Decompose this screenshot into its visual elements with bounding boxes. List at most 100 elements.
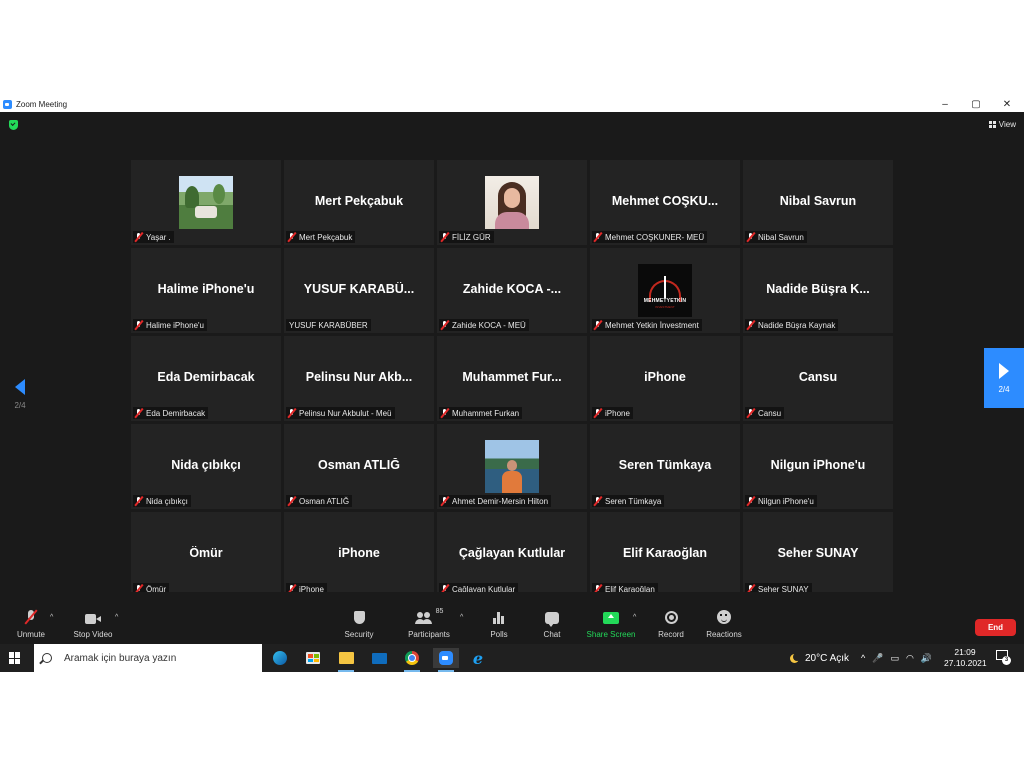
encryption-shield-icon[interactable]	[9, 120, 18, 130]
muted-mic-icon	[746, 408, 755, 418]
stop-video-label: Stop Video	[73, 630, 113, 639]
folder-icon	[338, 652, 354, 664]
internet-explorer-icon: e	[472, 648, 484, 668]
participant-display-name: Seren Tümkaya	[618, 458, 712, 472]
share-options-caret[interactable]: ^	[633, 614, 636, 621]
taskbar-chrome[interactable]	[402, 648, 422, 672]
participant-display-name: Nilgun iPhone'u	[770, 458, 866, 472]
participant-tile[interactable]: Yaşar .	[131, 160, 281, 245]
record-button[interactable]: Record	[656, 608, 686, 644]
volume-icon[interactable]: 🔊	[921, 653, 932, 664]
screen: Zoom Meeting – ▢ ✕ View 2/4 2/4 Yaşar . M…	[0, 96, 1024, 672]
participant-display-name: Ömür	[189, 546, 223, 560]
participant-tile[interactable]: MEHMETYETKİN INVESTMENT Mehmet Yetkin İnve…	[590, 248, 740, 333]
microphone-icon[interactable]: 🎤	[872, 653, 883, 664]
participant-tile[interactable]: Mert Pekçabuk Mert Pekçabuk	[284, 160, 434, 245]
participant-name-tag: Mehmet COŞKUNER- MEÜ	[592, 231, 708, 243]
taskbar-search-input[interactable]: Aramak için buraya yazın	[34, 644, 262, 672]
participant-tile[interactable]: Seren Tümkaya Seren Tümkaya	[590, 424, 740, 509]
participant-display-name: Elif Karaoğlan	[622, 546, 708, 560]
participant-tile[interactable]: Ömür Ömür	[131, 512, 281, 597]
participant-tile[interactable]: Eda Demirbacak Eda Demirbacak	[131, 336, 281, 421]
notification-center-icon[interactable]: 3	[996, 650, 1011, 665]
participant-tile[interactable]: Seher SUNAY Seher SUNAY	[743, 512, 893, 597]
taskbar-edge[interactable]	[270, 648, 290, 668]
participant-tile[interactable]: iPhone iPhone	[590, 336, 740, 421]
taskbar-mail[interactable]	[369, 648, 389, 668]
muted-mic-icon	[134, 408, 143, 418]
notification-count: 3	[1002, 656, 1011, 665]
reactions-label: Reactions	[706, 630, 742, 639]
participant-name: FİLİZ GÜR	[452, 232, 491, 242]
taskbar-clock[interactable]: 21:09 27.10.2021	[944, 647, 987, 669]
participant-tile[interactable]: Osman ATLIĞ Osman ATLIĞ	[284, 424, 434, 509]
reactions-button[interactable]: Reactions	[706, 608, 742, 644]
participant-tile[interactable]: YUSUF KARABÜ... YUSUF KARABÜBER	[284, 248, 434, 333]
muted-mic-icon	[746, 320, 755, 330]
participant-tile[interactable]: Cansu Cansu	[743, 336, 893, 421]
windows-taskbar: Aramak için buraya yazın e 20°C Açık ^ 🎤…	[0, 644, 1024, 672]
participant-tile[interactable]: Nilgun iPhone'u Nilgun iPhone'u	[743, 424, 893, 509]
muted-mic-icon	[593, 320, 602, 330]
participants-count: 85	[435, 608, 444, 615]
participants-options-caret[interactable]: ^	[460, 614, 463, 621]
clock-time: 21:09	[954, 647, 976, 657]
title-bar: Zoom Meeting – ▢ ✕	[0, 96, 1024, 112]
battery-icon[interactable]: ▭	[890, 653, 899, 664]
participant-display-name: Çağlayan Kutlular	[458, 546, 566, 560]
weather-status[interactable]: 20°C Açık	[805, 653, 849, 664]
participant-tile[interactable]: Nadide Büşra K... Nadide Büşra Kaynak	[743, 248, 893, 333]
taskbar-file-explorer[interactable]	[336, 648, 356, 672]
minimize-button[interactable]: –	[930, 96, 960, 112]
view-button[interactable]: View	[988, 118, 1016, 130]
close-button[interactable]: ✕	[992, 96, 1022, 112]
participant-name: Halime iPhone'u	[146, 320, 205, 330]
stop-video-button[interactable]: Stop Video	[72, 608, 114, 644]
record-label: Record	[658, 630, 684, 639]
windows-start-icon[interactable]	[9, 652, 21, 664]
muted-mic-icon	[746, 232, 755, 242]
participants-button[interactable]: 85 Participants	[406, 608, 452, 644]
end-meeting-button[interactable]: End	[975, 619, 1016, 636]
store-icon	[306, 652, 320, 664]
share-screen-button[interactable]: Share Screen	[587, 608, 635, 644]
maximize-button[interactable]: ▢	[961, 96, 991, 112]
participant-name-tag: Muhammet Furkan	[439, 407, 523, 419]
participant-tile[interactable]: FİLİZ GÜR	[437, 160, 587, 245]
participant-display-name: Osman ATLIĞ	[318, 458, 400, 472]
participant-tile[interactable]: Halime iPhone'u Halime iPhone'u	[131, 248, 281, 333]
participant-tile[interactable]: Nibal Savrun Nibal Savrun	[743, 160, 893, 245]
unmute-button[interactable]: Unmute	[15, 608, 47, 644]
taskbar-zoom[interactable]	[433, 648, 459, 672]
participant-video: MEHMETYETKİN INVESTMENT	[638, 264, 692, 317]
participant-tile[interactable]: Muhammet Fur... Muhammet Furkan	[437, 336, 587, 421]
participant-tile[interactable]: iPhone iPhone	[284, 512, 434, 597]
participant-name: Yaşar .	[146, 232, 171, 242]
taskbar-store[interactable]	[303, 648, 323, 668]
previous-page-button[interactable]: 2/4	[0, 364, 40, 424]
participant-tile[interactable]: Elif Karaoğlan Elif Karaoğlan	[590, 512, 740, 597]
participant-tile[interactable]: Nida çıbıkçı Nida çıbıkçı	[131, 424, 281, 509]
video-options-caret[interactable]: ^	[115, 614, 118, 621]
chat-button[interactable]: Chat	[541, 608, 563, 644]
muted-mic-icon	[134, 320, 143, 330]
next-page-button[interactable]: 2/4	[984, 348, 1024, 408]
participant-name-tag: YUSUF KARABÜBER	[286, 319, 371, 331]
audio-options-caret[interactable]: ^	[50, 614, 53, 621]
participant-tile[interactable]: Ahmet Demir-Mersin Hilton	[437, 424, 587, 509]
wifi-icon[interactable]: ◠	[906, 653, 914, 664]
participant-tile[interactable]: Zahide KOCA -... Zahide KOCA - MEÜ	[437, 248, 587, 333]
participant-tile[interactable]: Mehmet COŞKU... Mehmet COŞKUNER- MEÜ	[590, 160, 740, 245]
security-label: Security	[344, 630, 374, 639]
participant-display-name: Nadide Büşra K...	[766, 282, 870, 296]
gallery-grid: Yaşar . Mert Pekçabuk Mert Pekçabuk FİLİZ G…	[131, 160, 894, 597]
taskbar-internet-explorer[interactable]: e	[468, 648, 488, 668]
participant-tile[interactable]: Çağlayan Kutlular Çağlayan Kutlular	[437, 512, 587, 597]
participant-tile[interactable]: Pelinsu Nur Akb... Pelinsu Nur Akbulut - …	[284, 336, 434, 421]
muted-mic-icon	[440, 496, 449, 506]
polls-button[interactable]: Polls	[488, 608, 510, 644]
tray-overflow-icon[interactable]: ^	[861, 653, 865, 663]
security-button[interactable]: Security	[343, 608, 375, 644]
chrome-icon	[405, 651, 419, 665]
polls-icon	[493, 612, 505, 624]
